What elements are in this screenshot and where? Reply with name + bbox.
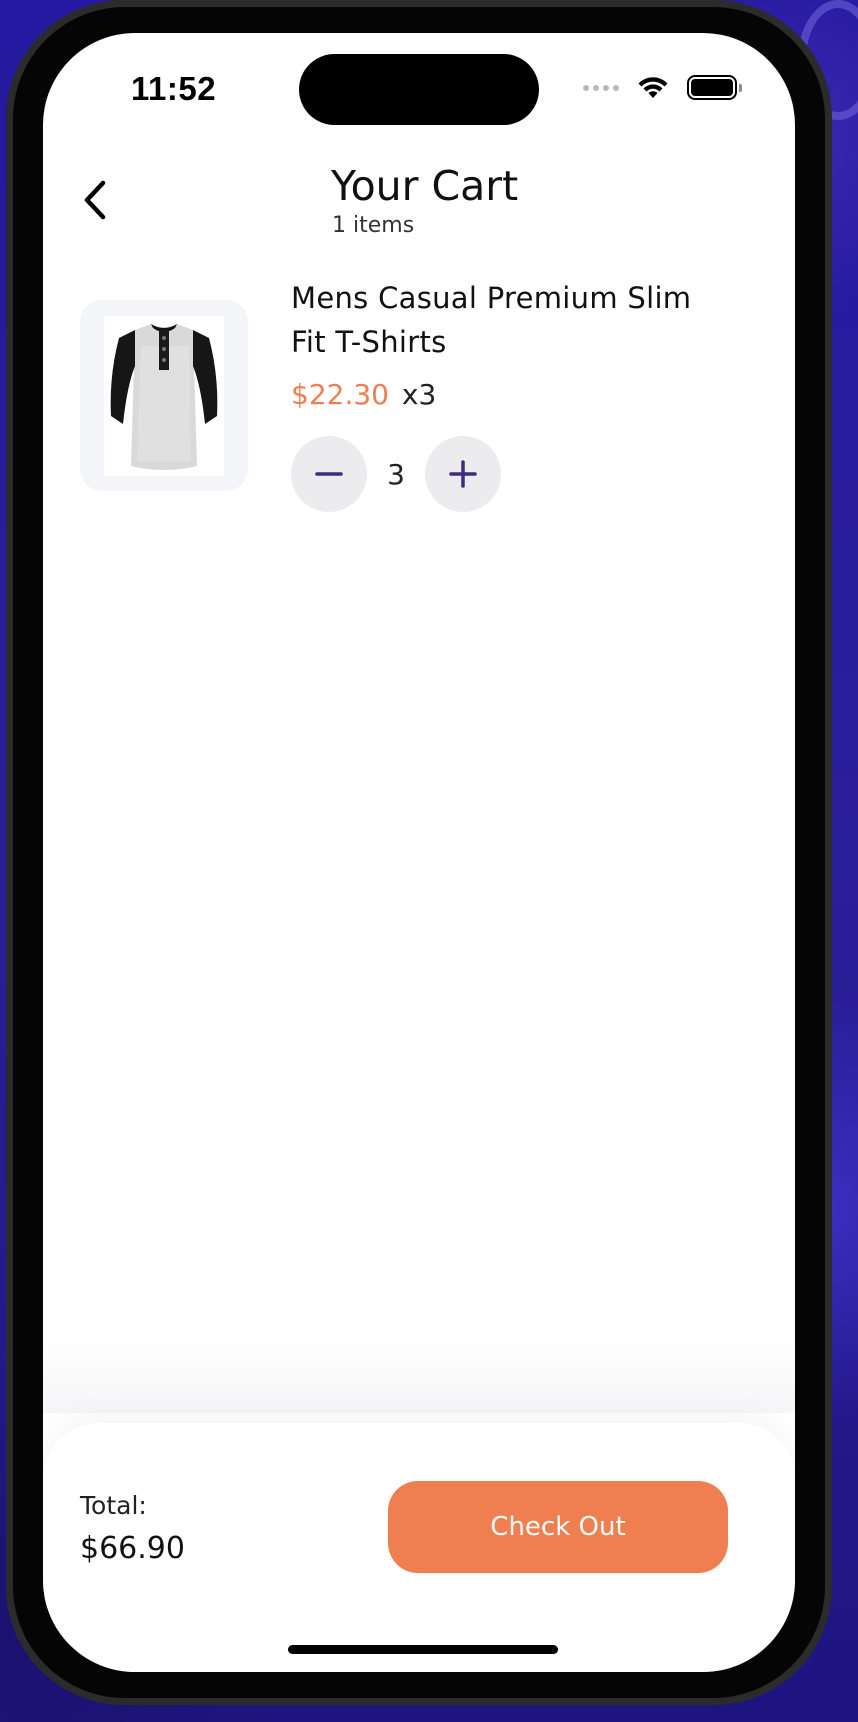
price-row: $22.30 x3 — [291, 378, 436, 411]
phone-frame: 11:52 Your Cart 1 items Mens Casual Prem… — [6, 0, 832, 1705]
product-title: Mens Casual Premium Slim Fit T-Shirts — [291, 281, 692, 359]
status-icons — [583, 75, 742, 100]
page-title: Your Cart — [331, 162, 519, 210]
battery-icon — [687, 75, 742, 100]
dynamic-island — [299, 54, 539, 125]
cellular-signal-icon — [583, 84, 619, 91]
app-screen: 11:52 Your Cart 1 items Mens Casual Prem… — [43, 33, 795, 1672]
total-label: Total: — [80, 1491, 147, 1520]
cart-item-count: 1 items — [332, 213, 415, 238]
bottom-fade — [43, 1333, 795, 1413]
status-time: 11:52 — [131, 70, 217, 107]
product-thumbnail[interactable] — [80, 300, 248, 491]
checkout-button[interactable]: Check Out — [388, 1481, 728, 1573]
quantity-multiplier: x3 — [401, 378, 437, 411]
phone-bezel: 11:52 Your Cart 1 items Mens Casual Prem… — [13, 7, 825, 1698]
total-value: $66.90 — [80, 1531, 185, 1566]
quantity-value: 3 — [387, 457, 405, 491]
decrease-quantity-button[interactable] — [291, 436, 367, 512]
checkout-panel: Total: $66.90 Check Out — [43, 1423, 795, 1672]
increase-quantity-button[interactable] — [425, 436, 501, 512]
quantity-stepper: 3 — [291, 436, 501, 512]
minus-icon — [315, 472, 343, 476]
product-price: $22.30 — [291, 378, 389, 411]
plus-icon — [449, 460, 477, 488]
back-button[interactable] — [75, 175, 115, 225]
home-indicator[interactable] — [288, 1645, 558, 1654]
wifi-icon — [637, 76, 669, 100]
product-image — [104, 315, 224, 476]
cart-item: Mens Casual Premium Slim Fit T-Shirts $2… — [80, 276, 720, 516]
chevron-left-icon — [84, 180, 106, 220]
